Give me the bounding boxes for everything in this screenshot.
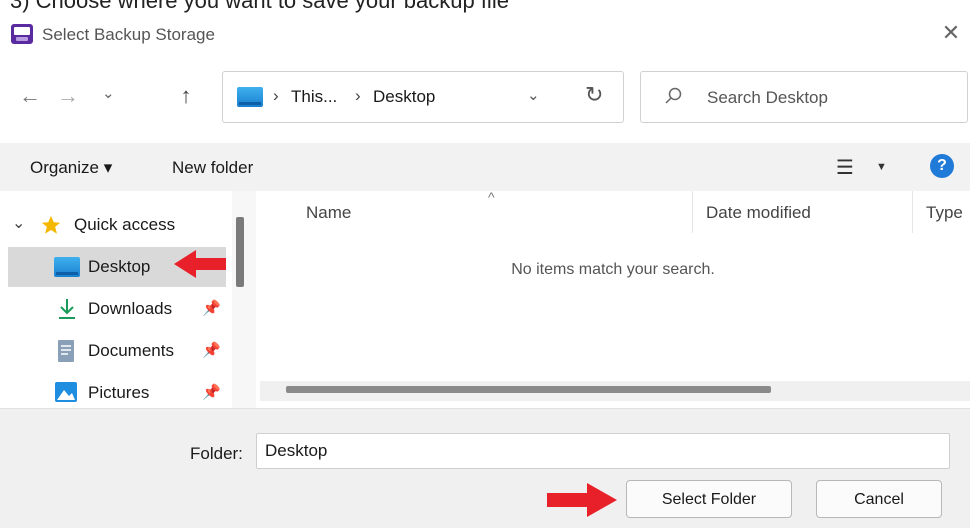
column-header-type[interactable]: Type (926, 203, 963, 223)
sidebar-item-downloads[interactable]: Downloads 📌 (8, 289, 226, 329)
pin-icon[interactable]: 📌 (202, 299, 221, 317)
scrollbar-thumb[interactable] (286, 386, 771, 393)
window-title: Select Backup Storage (42, 25, 215, 44)
sidebar-item-label: Quick access (74, 215, 176, 234)
forward-arrow-icon[interactable]: → (54, 82, 82, 110)
breadcrumb-this-pc[interactable]: This... (291, 87, 337, 107)
tutorial-caption: 3) Choose where you want to save your ba… (10, 0, 509, 13)
organize-menu-button[interactable]: Organize ▾ (30, 158, 112, 178)
sort-ascending-caret-icon: ^ (488, 189, 495, 205)
folder-name-input[interactable] (256, 433, 950, 469)
new-folder-button[interactable]: New folder (172, 158, 253, 178)
sidebar-item-label: Downloads (88, 299, 173, 318)
column-divider[interactable] (692, 191, 693, 233)
address-bar[interactable]: › This... › Desktop ⌄ ↻ (222, 71, 624, 123)
download-icon (59, 299, 75, 319)
horizontal-scrollbar[interactable] (260, 381, 970, 401)
annotation-arrow-right-icon (547, 483, 617, 517)
cancel-button[interactable]: Cancel (816, 480, 942, 518)
select-folder-button[interactable]: Select Folder (626, 480, 792, 518)
sidebar-item-label: Documents (88, 341, 174, 360)
app-icon (11, 24, 33, 44)
refresh-icon[interactable]: ↻ (585, 82, 603, 108)
desktop-folder-icon (237, 87, 263, 107)
pin-icon[interactable]: 📌 (202, 341, 221, 359)
breadcrumb-separator: › (355, 86, 361, 105)
dialog-footer: Folder: Select Folder Cancel (0, 408, 970, 528)
file-list: ^ Name Date modified Type No items match… (256, 189, 970, 408)
up-arrow-icon[interactable]: ↑ (172, 82, 200, 110)
pin-icon[interactable]: 📌 (202, 383, 221, 401)
pictures-icon (55, 382, 77, 402)
expand-chevron-icon[interactable]: ⌄ (12, 213, 25, 233)
desktop-folder-icon (54, 257, 80, 277)
column-divider[interactable] (912, 191, 913, 233)
star-icon (41, 215, 61, 234)
documents-icon (58, 340, 74, 362)
close-icon[interactable]: ✕ (938, 20, 964, 46)
column-header-date-modified[interactable]: Date modified (706, 203, 811, 223)
navigation-pane: ⌄ Quick access Desktop Downloads 📌 Docum… (0, 191, 232, 408)
search-icon (665, 87, 682, 104)
address-dropdown-chevron-icon[interactable]: ⌄ (527, 86, 540, 104)
sidebar-item-label: Desktop (88, 257, 151, 276)
back-arrow-icon[interactable]: ← (16, 82, 44, 110)
sidebar-item-label: Pictures (88, 383, 150, 402)
breadcrumb-separator: › (273, 86, 279, 105)
navigation-pane-scrollbar[interactable] (232, 191, 256, 408)
annotation-arrow-left-icon (174, 250, 226, 278)
view-list-icon[interactable]: ☰ (836, 155, 854, 180)
folder-label: Folder: (190, 444, 243, 463)
column-header-name[interactable]: Name (306, 203, 351, 223)
view-options-caret-icon[interactable]: ▼ (876, 161, 887, 173)
empty-state-message: No items match your search. (511, 261, 715, 278)
sidebar-item-quick-access[interactable]: ⌄ Quick access (8, 205, 226, 245)
breadcrumb-desktop[interactable]: Desktop (373, 87, 435, 107)
search-box[interactable]: Search Desktop (640, 71, 968, 123)
sidebar-item-pictures[interactable]: Pictures 📌 (8, 373, 226, 413)
command-bar: Organize ▾ New folder ☰ ▼ ? (0, 143, 970, 191)
scrollbar-thumb[interactable] (236, 217, 244, 287)
search-input[interactable]: Search Desktop (707, 88, 828, 108)
sidebar-item-documents[interactable]: Documents 📌 (8, 331, 226, 371)
recent-locations-chevron-icon[interactable]: ⌄ (102, 84, 115, 102)
help-icon[interactable]: ? (930, 154, 954, 178)
